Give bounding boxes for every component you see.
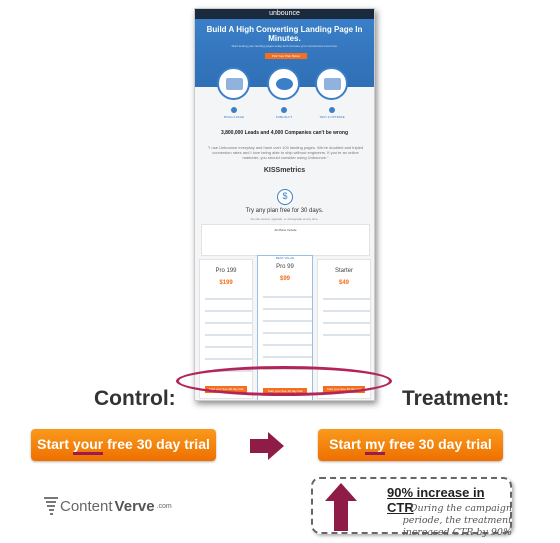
testimonial-quote: "I use Unbounce everyday and have over 1… (207, 145, 364, 160)
button-text: Start (329, 436, 365, 452)
result-box: 90% increase in CTR During the campaign … (311, 477, 512, 538)
control-button[interactable]: Start your free 30 day trial (31, 429, 216, 461)
landing-page-screenshot: unbounce Build A High Converting Landing… (194, 8, 375, 401)
best-value-badge: BEST VALUE (275, 256, 295, 260)
contentverve-logo: Content Verve .com (44, 496, 172, 516)
subheadline: Start testing your landing pages today a… (231, 44, 338, 48)
right-arrow-icon (250, 432, 284, 460)
button-text: free 30 day trial (385, 436, 492, 452)
button-text: free 30 day trial (103, 436, 210, 452)
build-page-illustration (217, 67, 250, 100)
step-label: BUILD A PAGE (223, 115, 245, 119)
kissmetrics-logo: KISSmetrics (263, 167, 306, 174)
step-dot (231, 107, 237, 113)
logo-text: Content (60, 497, 113, 515)
treatment-button[interactable]: Start my free 30 day trial (318, 429, 503, 461)
up-arrow-icon (325, 483, 357, 531)
step-label: PUBLISH IT (275, 115, 293, 119)
step-dot (329, 107, 335, 113)
dollar-icon: $ (277, 189, 293, 205)
logo-suffix: .com (156, 502, 172, 510)
headline: Build A High Converting Landing Page In … (206, 25, 363, 43)
plan-price: $99 (279, 276, 290, 282)
result-description: During the campaign periode, the treatme… (402, 503, 512, 538)
test-illustration (315, 67, 348, 100)
control-label: Control: (94, 387, 176, 410)
button-text: Start (37, 436, 73, 452)
step-label: TEST & OPTIMIZE (319, 115, 345, 119)
plan-name: Starter (334, 268, 353, 274)
trial-subtitle: No risk cancel, upgrade, or downgrade at… (250, 217, 319, 221)
all-plans-box: All Plans Include (201, 224, 370, 256)
treatment-label: Treatment: (402, 387, 510, 410)
all-plans-title: All Plans Include (274, 228, 297, 232)
step-dot (281, 107, 287, 113)
trial-title: Try any plan free for 30 days. (245, 208, 324, 214)
highlight-ellipse (176, 366, 392, 396)
plan-name: Pro 99 (276, 264, 294, 270)
publish-illustration (267, 67, 300, 100)
underlined-word: my (364, 436, 386, 455)
logo-text-bold: Verve (114, 497, 155, 515)
plan-price: $199 (219, 280, 233, 286)
tornado-icon (44, 497, 58, 515)
unbounce-logo: unbounce (195, 9, 374, 19)
hero-cta-button[interactable]: Pick Your Plan Below (265, 53, 307, 59)
plan-price: $49 (338, 280, 349, 286)
underlined-word: your (72, 436, 104, 455)
social-proof: 3,800,000 Leads and 4,000 Companies can'… (220, 130, 349, 136)
plan-name: Pro 199 (215, 268, 237, 274)
